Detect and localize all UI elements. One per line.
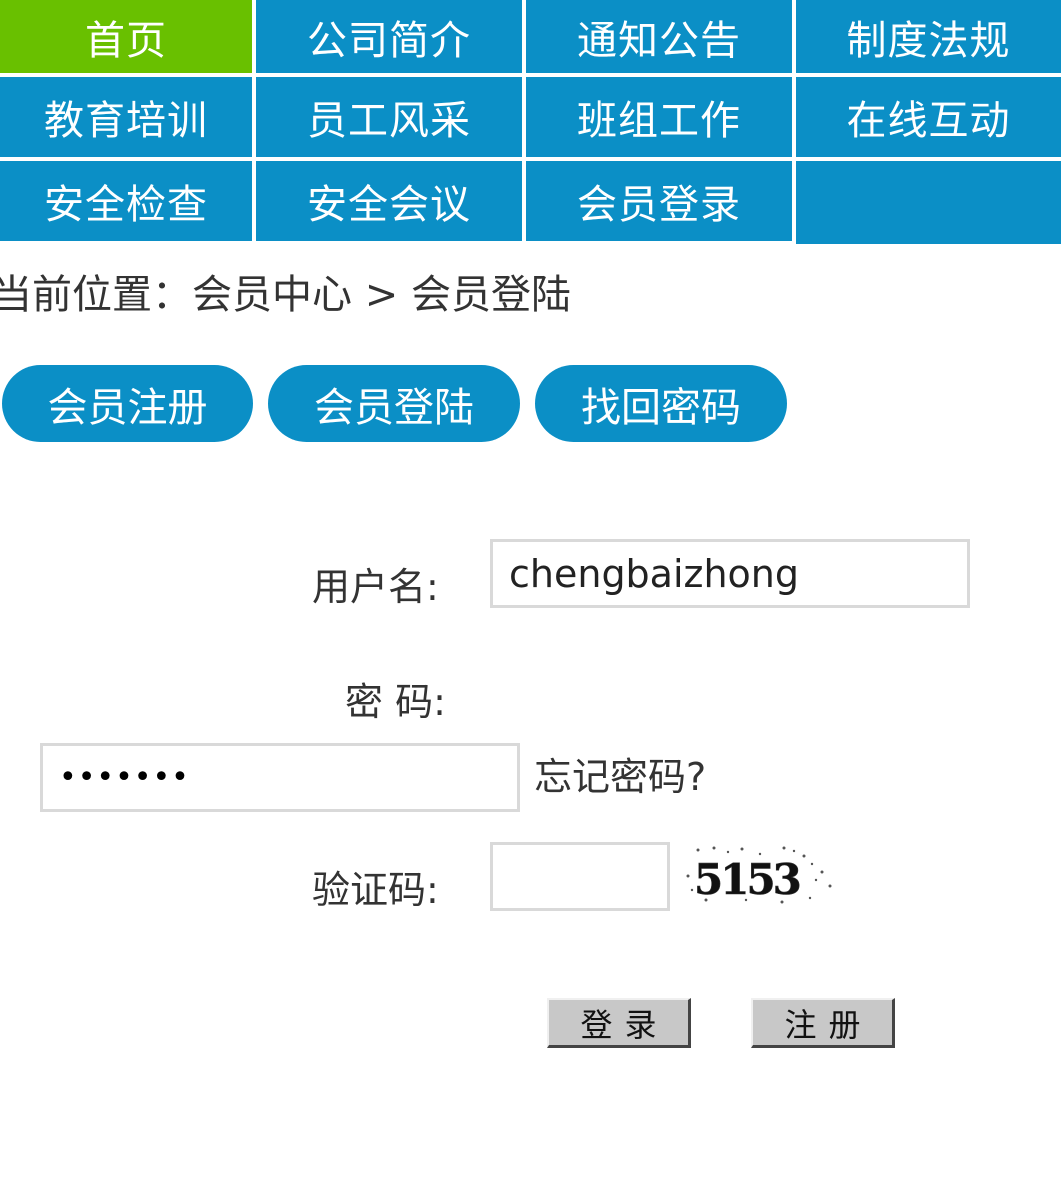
member-login-page: 首页 公司简介 通知公告 制度法规 教育培训 员工风采 班组工作 在线互动 安全…	[0, 0, 1061, 1177]
nav-item-label: 通知公告	[577, 17, 741, 64]
main-nav: 首页 公司简介 通知公告 制度法规 教育培训 员工风采 班组工作 在线互动 安全…	[0, 0, 1061, 244]
nav-item-label: 安全检查	[44, 182, 208, 228]
tab-recover-password[interactable]: 找回密码	[535, 365, 787, 442]
captcha-field[interactable]	[490, 842, 670, 911]
nav-item-label: 制度法规	[846, 17, 1011, 64]
nav-item-label: 教育培训	[44, 98, 208, 144]
register-button[interactable]: 注册	[751, 998, 895, 1048]
nav-item-team-work[interactable]: 班组工作	[526, 77, 792, 157]
nav-item-label: 会员登录	[577, 182, 741, 228]
nav-item-member-login[interactable]: 会员登录	[526, 161, 792, 241]
nav-item-safety-inspection[interactable]: 安全检查	[0, 161, 252, 241]
password-field[interactable]: •••••••	[40, 743, 520, 812]
nav-item-online-interaction[interactable]: 在线互动	[796, 77, 1061, 157]
tab-label: 找回密码	[581, 384, 741, 431]
tab-label: 会员登陆	[314, 384, 474, 431]
nav-empty-cell	[796, 161, 1061, 244]
captcha-label: 验证码:	[312, 868, 439, 912]
login-button[interactable]: 登录	[547, 998, 691, 1048]
tab-member-register[interactable]: 会员注册	[2, 365, 253, 442]
password-label: 密 码:	[345, 680, 446, 724]
nav-item-label: 员工风采	[307, 98, 471, 144]
breadcrumb: 当前位置：会员中心 > 会员登陆	[0, 272, 571, 318]
nav-item-home[interactable]: 首页	[0, 0, 252, 73]
tab-label: 会员注册	[47, 384, 208, 431]
username-field[interactable]	[490, 539, 970, 608]
password-mask: •••••••	[59, 760, 190, 795]
nav-item-label: 班组工作	[577, 98, 741, 144]
nav-item-regulations[interactable]: 制度法规	[796, 0, 1061, 73]
nav-item-label: 安全会议	[307, 182, 471, 228]
nav-item-label: 在线互动	[846, 98, 1011, 144]
captcha-text: 5153	[694, 855, 800, 904]
nav-item-label: 公司简介	[307, 17, 471, 64]
forgot-password-link[interactable]: 忘记密码?	[534, 746, 706, 801]
nav-item-notices[interactable]: 通知公告	[526, 0, 792, 73]
nav-item-safety-meeting[interactable]: 安全会议	[256, 161, 522, 241]
nav-item-staff-showcase[interactable]: 员工风采	[256, 77, 522, 157]
nav-item-label: 首页	[85, 17, 167, 64]
captcha-image[interactable]: 5153	[684, 842, 834, 906]
username-label: 用户名:	[312, 565, 439, 609]
tab-member-login[interactable]: 会员登陆	[268, 365, 520, 442]
nav-item-education[interactable]: 教育培训	[0, 77, 252, 157]
nav-item-company-profile[interactable]: 公司简介	[256, 0, 522, 73]
